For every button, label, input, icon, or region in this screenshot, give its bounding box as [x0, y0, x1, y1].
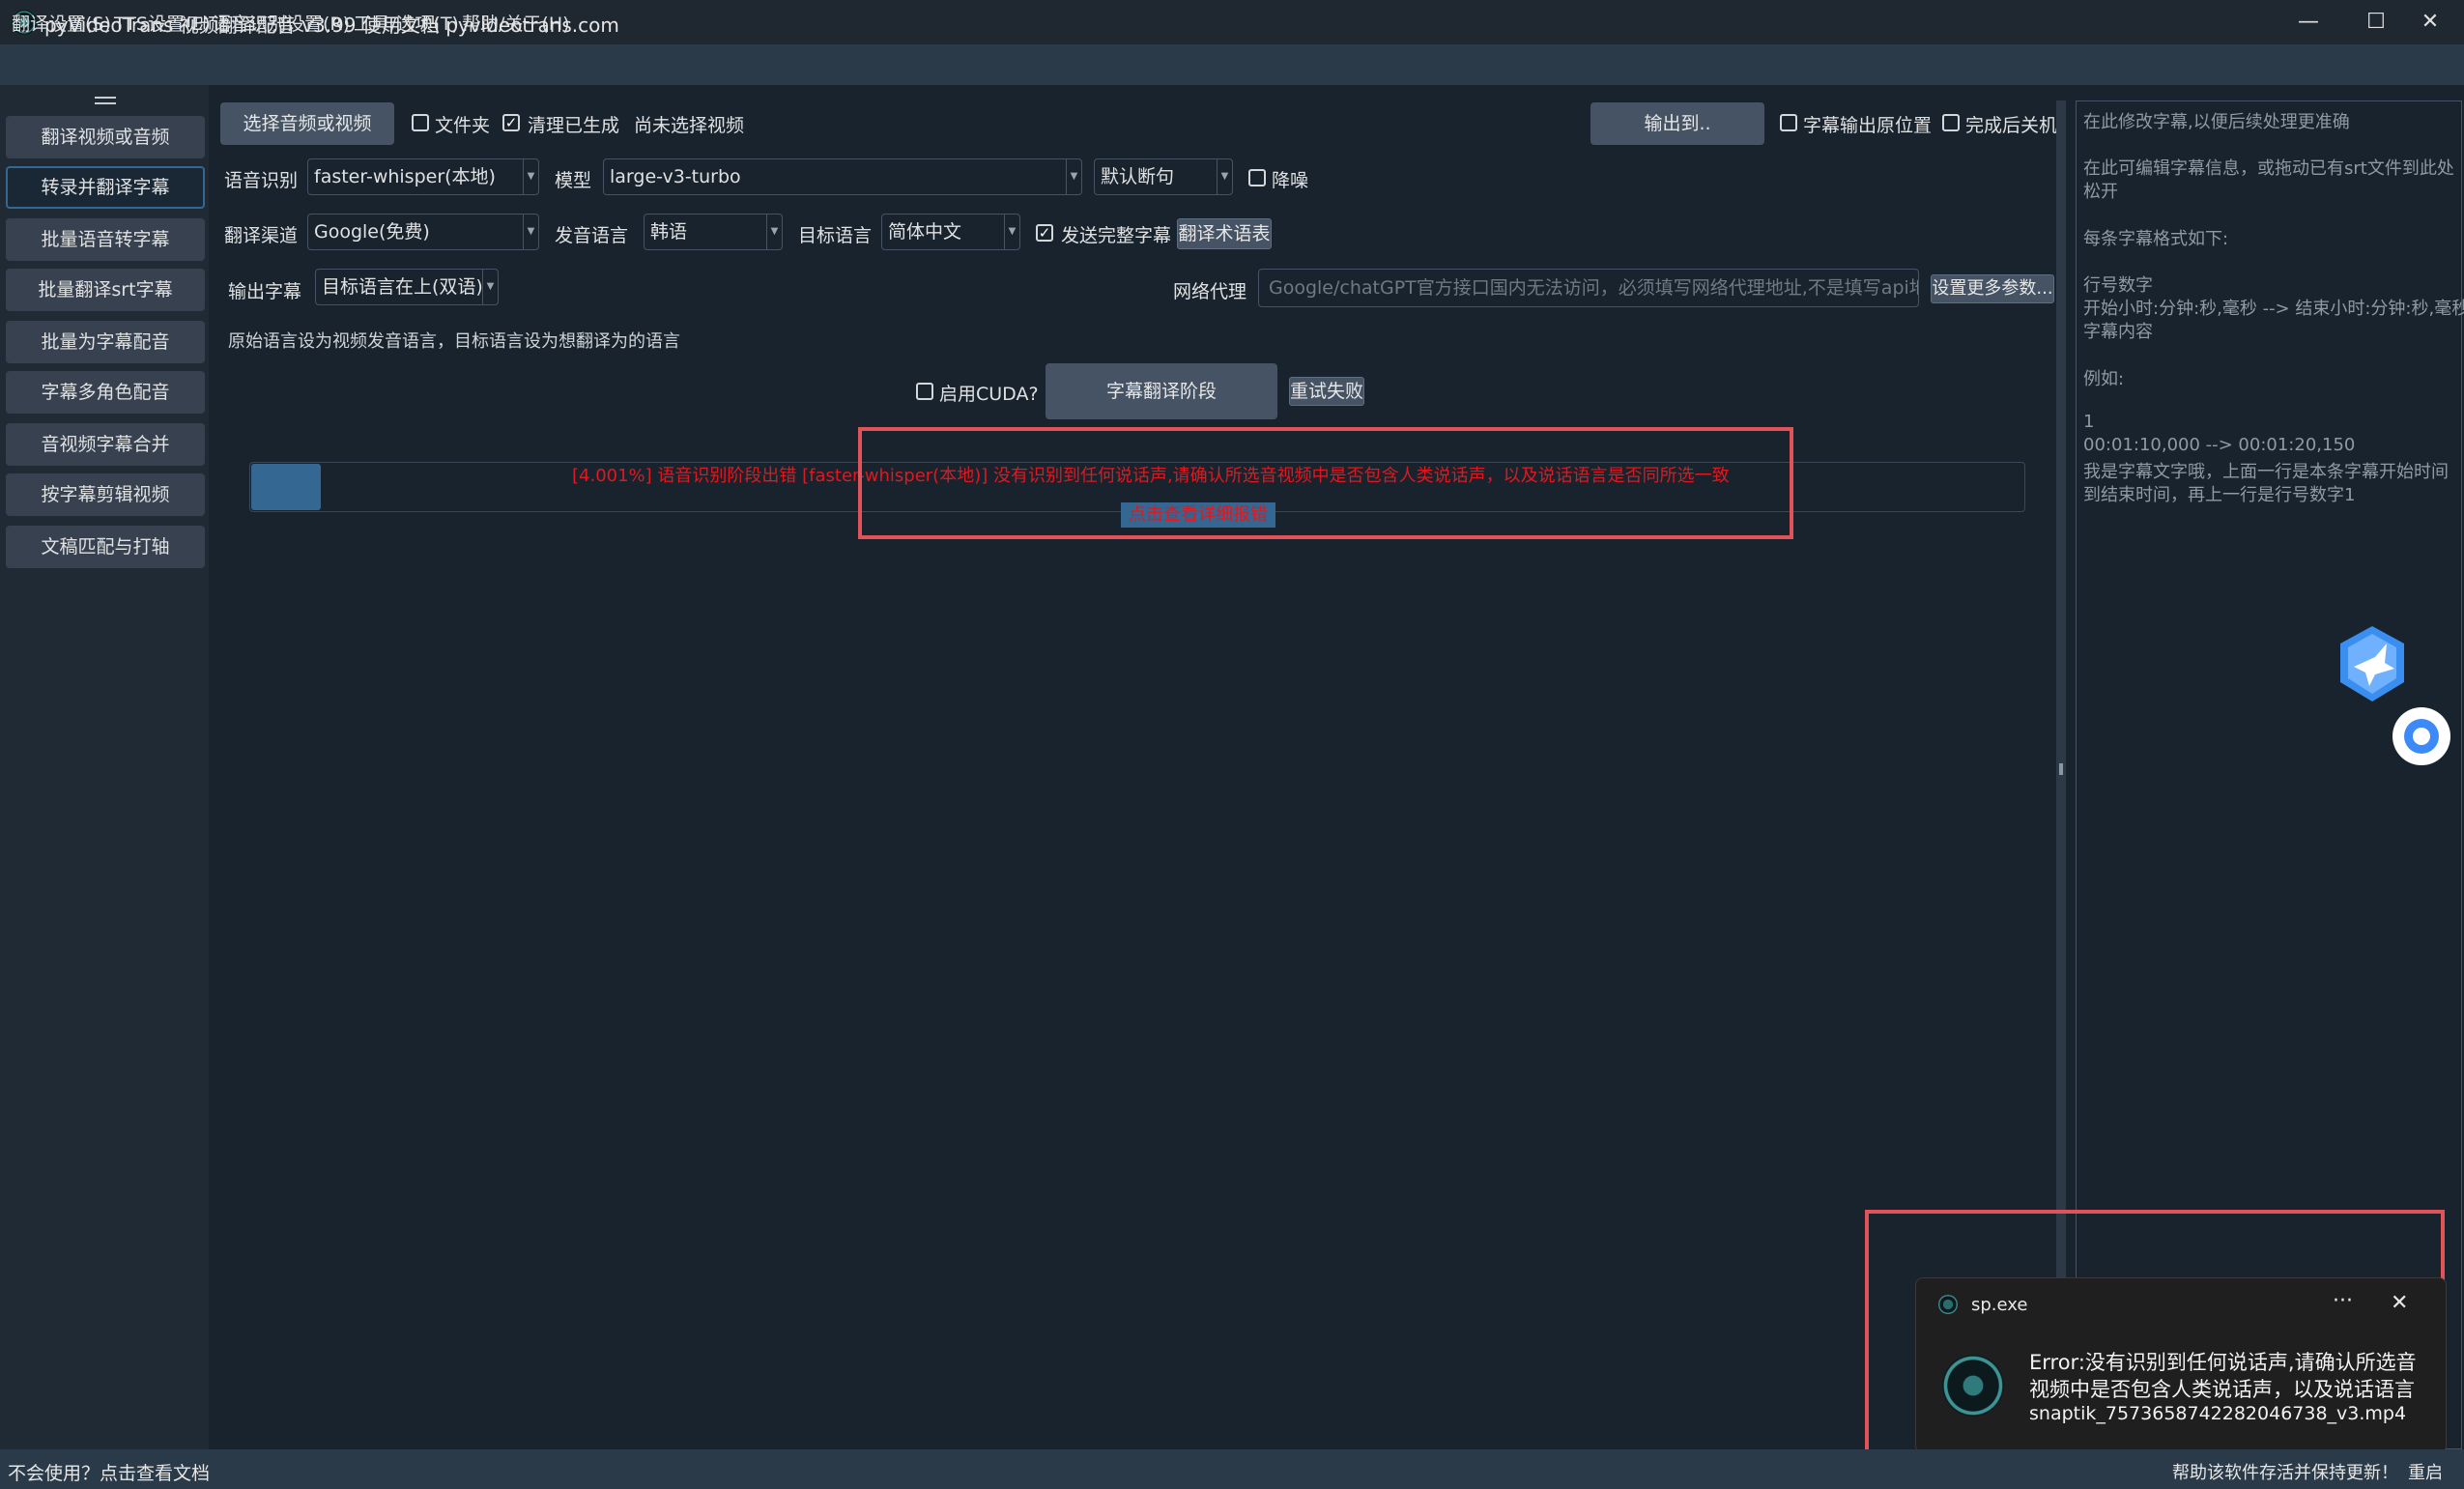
- target-language-value: 简体中文: [888, 221, 962, 243]
- sidebar-item-batch-srt-translate[interactable]: 批量翻译srt字幕: [6, 269, 205, 311]
- menu-tts-settings[interactable]: TTS设置(E): [114, 10, 211, 36]
- splitter-handle-icon: [2059, 763, 2063, 775]
- chevron-down-icon: ▼: [1066, 159, 1081, 194]
- asr-engine-value: faster-whisper(本地): [314, 166, 496, 187]
- editor-placeholder-line: 每条字幕格式如下:: [2083, 229, 2229, 249]
- translate-channel-select[interactable]: Google(免费) ▼: [307, 214, 539, 250]
- clear-generated-label: 清理已生成: [528, 115, 620, 136]
- model-value: large-v3-turbo: [610, 166, 741, 187]
- toast-logo-icon: [1942, 1355, 2004, 1417]
- editor-placeholder-line: 松开: [2083, 182, 2118, 202]
- shutdown-checkbox[interactable]: [1942, 114, 1960, 131]
- status-bar: [0, 1449, 2464, 1489]
- source-language-value: 韩语: [650, 221, 688, 243]
- chevron-down-icon: ▼: [482, 270, 498, 304]
- output-subtitle-select[interactable]: 目标语言在上(双语) ▼: [315, 269, 499, 305]
- sidebar-item-multi-role-dubbing[interactable]: 字幕多角色配音: [6, 371, 205, 414]
- support-link[interactable]: 帮助该软件存活并保持更新！: [2172, 1459, 2398, 1484]
- subtitle-orig-pos-label: 字幕输出原位置: [1803, 115, 1933, 136]
- sidebar-item-batch-dubbing[interactable]: 批量为字幕配音: [6, 321, 205, 363]
- restart-link[interactable]: 重启: [2408, 1459, 2443, 1484]
- cuda-label: 启用CUDA?: [939, 384, 1039, 405]
- toast-app-icon: [1938, 1295, 1958, 1314]
- menu-tools[interactable]: 工具/选项(T): [354, 10, 459, 36]
- editor-placeholder-line: 在此修改字幕,以便后续处理更准确: [2083, 112, 2350, 132]
- proxy-input[interactable]: Google/chatGPT官方接口国内无法访问，必须填写网络代理地址,不是填写…: [1258, 269, 1919, 307]
- subtitle-orig-pos-checkbox[interactable]: [1780, 114, 1797, 131]
- proxy-label: 网络代理: [1173, 281, 1247, 302]
- chevron-down-icon: ▼: [766, 215, 782, 249]
- subtitle-translate-stage-button[interactable]: 字幕翻译阶段: [1046, 363, 1277, 419]
- output-subtitle-label: 输出字幕: [228, 281, 302, 302]
- chevron-down-icon: ▼: [523, 215, 538, 249]
- editor-placeholder-line: 开始小时:分钟:秒,毫秒 --> 结束小时:分钟:秒,毫秒: [2083, 299, 2464, 319]
- sidebar-grip-icon[interactable]: [95, 97, 116, 104]
- clear-generated-checkbox[interactable]: ✓: [502, 114, 520, 131]
- shutdown-label: 完成后关机: [1965, 115, 2058, 136]
- editor-placeholder-line: 我是字幕文字哦，上面一行是本条字幕开始时间: [2083, 462, 2449, 482]
- close-window-button[interactable]: ✕: [2396, 0, 2464, 44]
- translate-channel-value: Google(免费): [314, 221, 430, 243]
- target-language-label: 目标语言: [798, 225, 873, 246]
- toast-message-line: 视频中是否包含人类说话声，以及说话语言: [2029, 1378, 2415, 1401]
- send-full-subtitle-checkbox[interactable]: ✓: [1036, 224, 1053, 242]
- toast-filename: snaptik_7573658742282046738_v3.mp4: [2029, 1403, 2407, 1424]
- no-video-status: 尚未选择视频: [634, 115, 745, 136]
- denoise-label: 降噪: [1272, 170, 1309, 191]
- model-label: 模型: [555, 170, 592, 191]
- chat-bubble-core-icon: [2413, 728, 2430, 745]
- toast-app-name: sp.exe: [1971, 1295, 2028, 1315]
- sidebar-item-script-align[interactable]: 文稿匹配与打轴: [6, 526, 205, 568]
- menu-translate-settings[interactable]: 翻译设置(S): [12, 10, 111, 36]
- split-mode-select[interactable]: 默认断句 ▼: [1094, 158, 1233, 195]
- editor-placeholder-line: 字幕内容: [2083, 322, 2153, 342]
- select-media-button[interactable]: 选择音频或视频: [220, 102, 394, 145]
- menu-asr-settings[interactable]: 语音识别设置(R): [213, 10, 350, 36]
- asr-label: 语音识别: [224, 170, 299, 191]
- progress-fill: [251, 464, 321, 510]
- output-subtitle-value: 目标语言在上(双语): [322, 276, 483, 298]
- split-mode-value: 默认断句: [1101, 166, 1175, 187]
- send-full-subtitle-label: 发送完整字幕: [1061, 225, 1172, 246]
- sidebar-item-batch-asr[interactable]: 批量语音转字幕: [6, 218, 205, 261]
- help-docs-link[interactable]: 不会使用？点击查看文档: [8, 1459, 210, 1485]
- target-language-select[interactable]: 简体中文 ▼: [881, 214, 1020, 250]
- toast-close-button[interactable]: ✕: [2391, 1291, 2408, 1315]
- menu-help[interactable]: 帮助/关于(H): [462, 10, 570, 36]
- editor-placeholder-line: 到结束时间，再上一行是行号数字1: [2083, 485, 2356, 505]
- asr-engine-select[interactable]: faster-whisper(本地) ▼: [307, 158, 539, 195]
- model-select[interactable]: large-v3-turbo ▼: [603, 158, 1082, 195]
- minimize-button[interactable]: —: [2275, 0, 2342, 44]
- source-language-label: 发音语言: [555, 225, 629, 246]
- highlight-box-error: [858, 427, 1793, 539]
- sidebar-item-av-subtitle-merge[interactable]: 音视频字幕合并: [6, 423, 205, 466]
- chevron-down-icon: ▼: [1217, 159, 1232, 194]
- chevron-down-icon: ▼: [1004, 215, 1019, 249]
- menu-bar: [0, 44, 2464, 85]
- sidebar-item-translate-video[interactable]: 翻译视频或音频: [6, 116, 205, 158]
- chevron-down-icon: ▼: [523, 159, 538, 194]
- toast-more-options-button[interactable]: ···: [2333, 1289, 2353, 1313]
- sidebar-item-clip-by-subtitle[interactable]: 按字幕剪辑视频: [6, 473, 205, 516]
- editor-placeholder-line: 行号数字: [2083, 275, 2153, 296]
- cuda-checkbox[interactable]: [916, 383, 933, 400]
- floating-assistant-bird-icon[interactable]: [2336, 624, 2408, 703]
- language-hint: 原始语言设为视频发音语言，目标语言设为想翻译为的语言: [228, 331, 680, 352]
- source-language-select[interactable]: 韩语 ▼: [644, 214, 783, 250]
- glossary-button[interactable]: 翻译术语表: [1177, 218, 1272, 249]
- more-params-button[interactable]: 设置更多参数...: [1931, 274, 2054, 303]
- editor-placeholder-line: 例如:: [2083, 369, 2125, 389]
- sidebar-item-transcribe-translate[interactable]: 转录并翻译字幕: [6, 166, 205, 209]
- denoise-checkbox[interactable]: [1248, 169, 1266, 186]
- retry-failed-button[interactable]: 重试失败: [1289, 377, 1364, 406]
- editor-placeholder-line: 00:01:10,000 --> 00:01:20,150: [2083, 435, 2356, 455]
- toast-message-line: Error:没有识别到任何说话声,请确认所选音: [2029, 1351, 2417, 1374]
- editor-placeholder-line: 1: [2083, 412, 2095, 432]
- editor-placeholder-line: 在此可编辑字幕信息，或拖动已有srt文件到此处: [2083, 158, 2454, 179]
- folder-label: 文件夹: [435, 115, 491, 136]
- translate-channel-label: 翻译渠道: [224, 225, 299, 246]
- output-to-button[interactable]: 输出到..: [1590, 102, 1764, 145]
- folder-checkbox[interactable]: [412, 114, 429, 131]
